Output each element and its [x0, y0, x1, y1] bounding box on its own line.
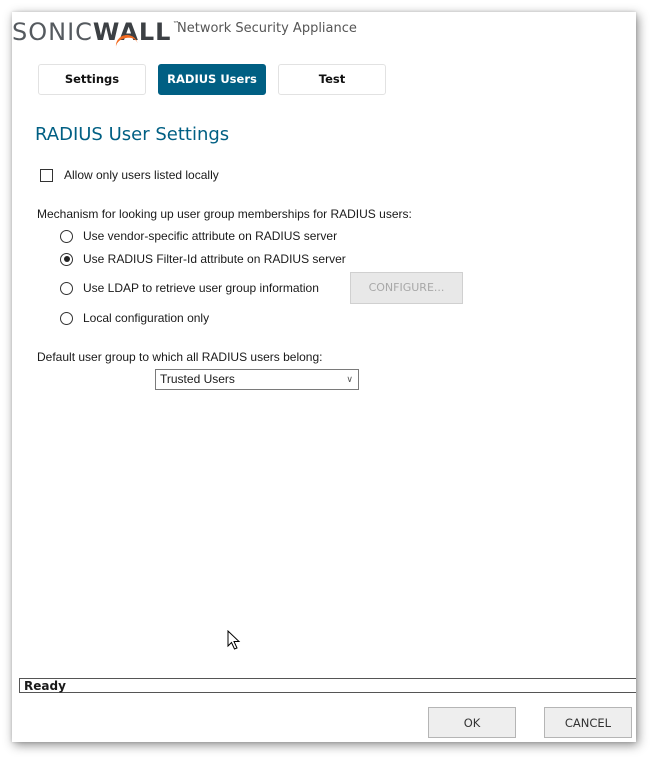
tab-test[interactable]: Test: [278, 64, 386, 95]
radio-label: Local configuration only: [83, 311, 210, 325]
configure-button[interactable]: CONFIGURE...: [350, 272, 463, 304]
cancel-button[interactable]: CANCEL: [544, 707, 632, 738]
dialog-window: SONICWALL ™ Network Security Appliance Se…: [12, 12, 636, 742]
ok-button[interactable]: OK: [428, 707, 516, 738]
app-subtitle: Network Security Appliance: [177, 21, 357, 36]
default-group-label: Default user group to which all RADIUS u…: [37, 350, 323, 364]
header: SONICWALL ™ Network Security Appliance: [12, 12, 636, 52]
chevron-down-icon: ∨: [346, 374, 353, 384]
allow-local-only-label: Allow only users listed locally: [64, 168, 219, 182]
mechanism-option-vendor-specific[interactable]: Use vendor-specific attribute on RADIUS …: [60, 228, 337, 244]
logo-text-sonic: SONIC: [12, 18, 93, 46]
tab-radius-users[interactable]: RADIUS Users: [158, 64, 266, 95]
radio-button[interactable]: [60, 281, 73, 295]
radio-button[interactable]: [60, 229, 73, 243]
tab-settings[interactable]: Settings: [38, 64, 146, 95]
default-group-value: Trusted Users: [160, 372, 235, 386]
status-bar: Ready: [19, 678, 636, 693]
logo-text-wall: WALL: [93, 18, 172, 51]
sonicwall-logo: SONICWALL ™: [12, 18, 180, 51]
mechanism-option-ldap[interactable]: Use LDAP to retrieve user group informat…: [60, 280, 319, 296]
radio-label: Use vendor-specific attribute on RADIUS …: [83, 229, 338, 243]
radio-button-selected[interactable]: [60, 252, 73, 266]
allow-local-only-row[interactable]: Allow only users listed locally: [40, 167, 219, 183]
default-group-select[interactable]: Trusted Users ∨: [155, 369, 359, 390]
page-title: RADIUS User Settings: [35, 124, 230, 145]
allow-local-only-checkbox[interactable]: [40, 168, 53, 182]
radio-button[interactable]: [60, 311, 73, 325]
radio-label: Use RADIUS Filter-Id attribute on RADIUS…: [83, 252, 346, 266]
radio-label: Use LDAP to retrieve user group informat…: [83, 281, 319, 295]
mechanism-option-local[interactable]: Local configuration only: [60, 310, 209, 326]
mechanism-label: Mechanism for looking up user group memb…: [37, 207, 412, 221]
mechanism-option-filter-id[interactable]: Use RADIUS Filter-Id attribute on RADIUS…: [60, 251, 346, 267]
mouse-cursor-icon: [227, 630, 241, 650]
